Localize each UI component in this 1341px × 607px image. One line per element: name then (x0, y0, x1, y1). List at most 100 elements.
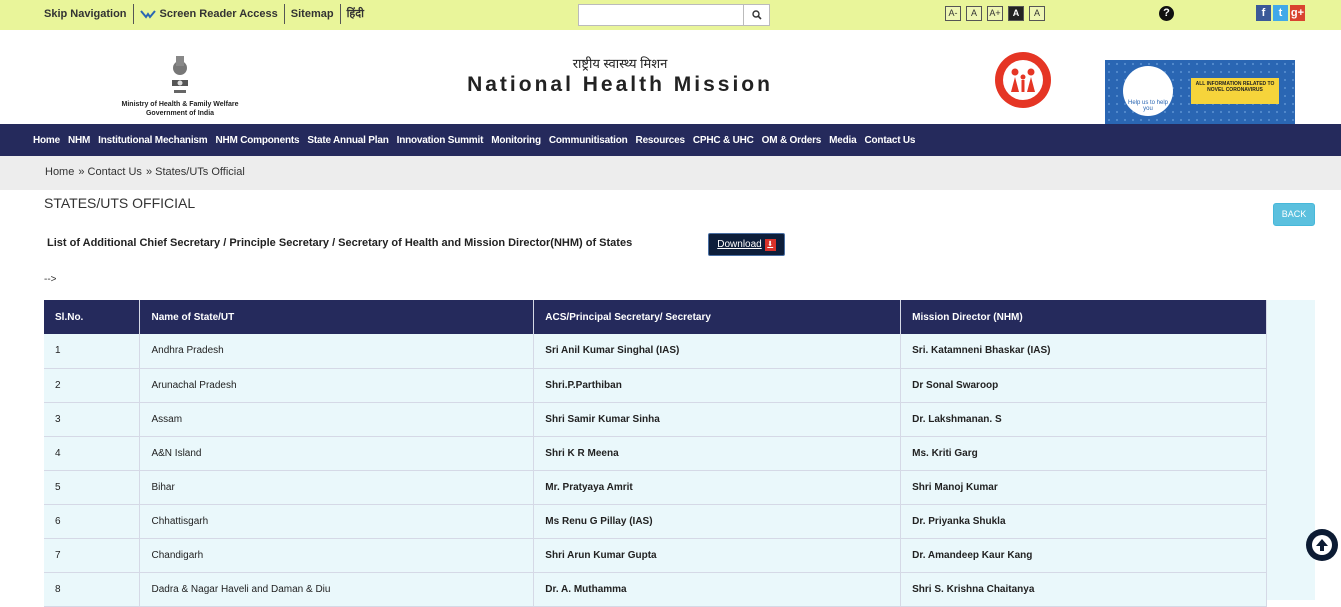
table-row: 3 Assam Shri Samir Kumar Sinha Dr. Laksh… (44, 402, 1267, 437)
scroll-to-top-button[interactable] (1306, 529, 1338, 561)
social-links: f t g+ (1256, 5, 1305, 21)
cell-state: Arunachal Pradesh (139, 368, 535, 403)
pdf-icon: ⬇ (764, 238, 776, 251)
cell-secretary: Shri Samir Kumar Sinha (533, 402, 902, 437)
breadcrumb-contact-us[interactable]: » Contact Us (78, 166, 142, 178)
cell-secretary: Shri K R Meena (533, 436, 902, 471)
list-description: List of Additional Chief Secretary / Pri… (47, 237, 633, 249)
font-size-controls: A- A A+ A A (945, 6, 1045, 21)
hindi-language-link[interactable]: हिंदी (341, 4, 370, 24)
nav-item-contact-us[interactable]: Contact Us (861, 135, 920, 146)
search-icon (751, 10, 762, 20)
cell-sl-no: 1 (44, 334, 141, 369)
cell-mission-director: Sri. Katamneni Bhaskar (IAS) (900, 334, 1267, 369)
cell-mission-director: Dr. Amandeep Kaur Kang (900, 538, 1267, 573)
table-row: 1 Andhra Pradesh Sri Anil Kumar Singhal … (44, 334, 1267, 369)
header-mission-director: Mission Director (NHM) (900, 300, 1267, 334)
breadcrumb-home[interactable]: Home (45, 166, 74, 178)
table-header-row: Sl.No. Name of State/UT ACS/Principal Se… (44, 300, 1267, 334)
skip-navigation-link[interactable]: Skip Navigation (38, 4, 134, 24)
screen-reader-access-label: Screen Reader Access (159, 8, 278, 20)
help-icon[interactable]: ? (1159, 6, 1174, 21)
sitemap-link[interactable]: Sitemap (285, 4, 341, 24)
cell-secretary: Sri Anil Kumar Singhal (IAS) (533, 334, 902, 369)
cell-state: Chandigarh (139, 538, 535, 573)
cell-state: Chhattisgarh (139, 504, 535, 539)
cell-secretary: Ms Renu G Pillay (IAS) (533, 504, 902, 539)
accessibility-links: Skip Navigation Screen Reader Access Sit… (38, 4, 370, 24)
national-emblem-icon (172, 56, 188, 93)
page-title: STATES/UTS OFFICIAL (44, 195, 196, 211)
nav-item-monitoring[interactable]: Monitoring (487, 135, 545, 146)
cell-sl-no: 5 (44, 470, 141, 505)
back-button[interactable]: BACK (1273, 203, 1315, 226)
nav-item-institutional-mechanism[interactable]: Institutional Mechanism (94, 135, 211, 146)
ministry-name: Ministry of Health & Family Welfare (121, 101, 239, 108)
table-row: 5 Bihar Mr. Pratyaya Amrit Shri Manoj Ku… (44, 470, 1267, 505)
search-input[interactable] (579, 5, 743, 25)
breadcrumb-current: » States/UTs Official (145, 166, 245, 178)
cell-state: Bihar (139, 470, 535, 505)
cell-sl-no: 4 (44, 436, 141, 471)
normal-contrast-button[interactable]: A (1029, 6, 1045, 21)
nhm-logo-icon[interactable] (985, 50, 1061, 110)
banner-info-box: ALL INFORMATION RELATED TO NOVEL CORONAV… (1191, 78, 1279, 104)
cell-mission-director: Dr. Priyanka Shukla (900, 504, 1267, 539)
arrow-up-icon (1312, 535, 1332, 555)
cell-mission-director: Shri S. Krishna Chaitanya (900, 572, 1267, 607)
high-contrast-button[interactable]: A (1008, 6, 1024, 21)
officials-table: Sl.No. Name of State/UT ACS/Principal Se… (44, 300, 1267, 607)
coronavirus-banner[interactable]: Help us to help you ALL INFORMATION RELA… (1105, 60, 1295, 124)
font-increase-button[interactable]: A+ (987, 6, 1003, 21)
cell-sl-no: 3 (44, 402, 141, 437)
download-label: Download (717, 239, 762, 250)
header-secretary: ACS/Principal Secretary/ Secretary (533, 300, 902, 334)
cell-secretary: Dr. A. Muthamma (533, 572, 902, 607)
facebook-icon[interactable]: f (1256, 5, 1271, 21)
nav-item-home[interactable]: Home (29, 135, 64, 146)
cell-secretary: Mr. Pratyaya Amrit (533, 470, 902, 505)
cell-state: Assam (139, 402, 535, 437)
nav-item-state-annual-plan[interactable]: State Annual Plan (303, 135, 392, 146)
header-sl-no: Sl.No. (44, 300, 141, 334)
google-plus-icon[interactable]: g+ (1290, 5, 1305, 21)
cell-secretary: Shri Arun Kumar Gupta (533, 538, 902, 573)
cell-secretary: Shri.P.Parthiban (533, 368, 902, 403)
search-box (578, 4, 770, 26)
government-name: Government of India (145, 110, 215, 117)
nav-item-communitisation[interactable]: Communitisation (545, 135, 632, 146)
site-title: राष्ट्रीय स्वास्थ्य मिशन National Health… (440, 56, 800, 98)
font-decrease-button[interactable]: A- (945, 6, 961, 21)
site-header: Ministry of Health & Family Welfare Gove… (0, 30, 1341, 124)
nav-item-nhm-components[interactable]: NHM Components (211, 135, 303, 146)
cell-sl-no: 7 (44, 538, 141, 573)
font-normal-button[interactable]: A (966, 6, 982, 21)
cell-state: Andhra Pradesh (139, 334, 535, 369)
banner-help-text: Help us to help you (1127, 100, 1169, 112)
search-button[interactable] (743, 5, 769, 25)
table-row: 7 Chandigarh Shri Arun Kumar Gupta Dr. A… (44, 538, 1267, 573)
breadcrumb-bar: Home » Contact Us » States/UTs Official (0, 156, 1341, 190)
nav-item-innovation-summit[interactable]: Innovation Summit (393, 135, 488, 146)
cell-mission-director: Dr. Lakshmanan. S (900, 402, 1267, 437)
nav-item-nhm[interactable]: NHM (64, 135, 94, 146)
ministry-logo[interactable]: Ministry of Health & Family Welfare Gove… (110, 50, 250, 118)
download-button[interactable]: Download ⬇ (708, 233, 785, 256)
cell-sl-no: 8 (44, 572, 141, 607)
nav-item-om-orders[interactable]: OM & Orders (758, 135, 825, 146)
nav-item-cphc-uhc[interactable]: CPHC & UHC (689, 135, 758, 146)
twitter-icon[interactable]: t (1273, 5, 1288, 21)
table-row: 6 Chhattisgarh Ms Renu G Pillay (IAS) Dr… (44, 504, 1267, 539)
cell-mission-director: Shri Manoj Kumar (900, 470, 1267, 505)
site-title-english: National Health Mission (467, 73, 773, 96)
cell-state: A&N Island (139, 436, 535, 471)
screen-reader-access-link[interactable]: Screen Reader Access (134, 4, 285, 24)
nav-item-media[interactable]: Media (825, 135, 860, 146)
cell-sl-no: 2 (44, 368, 141, 403)
nav-item-resources[interactable]: Resources (632, 135, 689, 146)
header-state-name: Name of State/UT (139, 300, 535, 334)
main-navigation: Home NHM Institutional Mechanism NHM Com… (0, 124, 1341, 156)
top-utility-bar: Skip Navigation Screen Reader Access Sit… (0, 0, 1341, 30)
table-row: 8 Dadra & Nagar Haveli and Daman & Diu D… (44, 572, 1267, 607)
breadcrumb: Home » Contact Us » States/UTs Official (45, 166, 245, 178)
